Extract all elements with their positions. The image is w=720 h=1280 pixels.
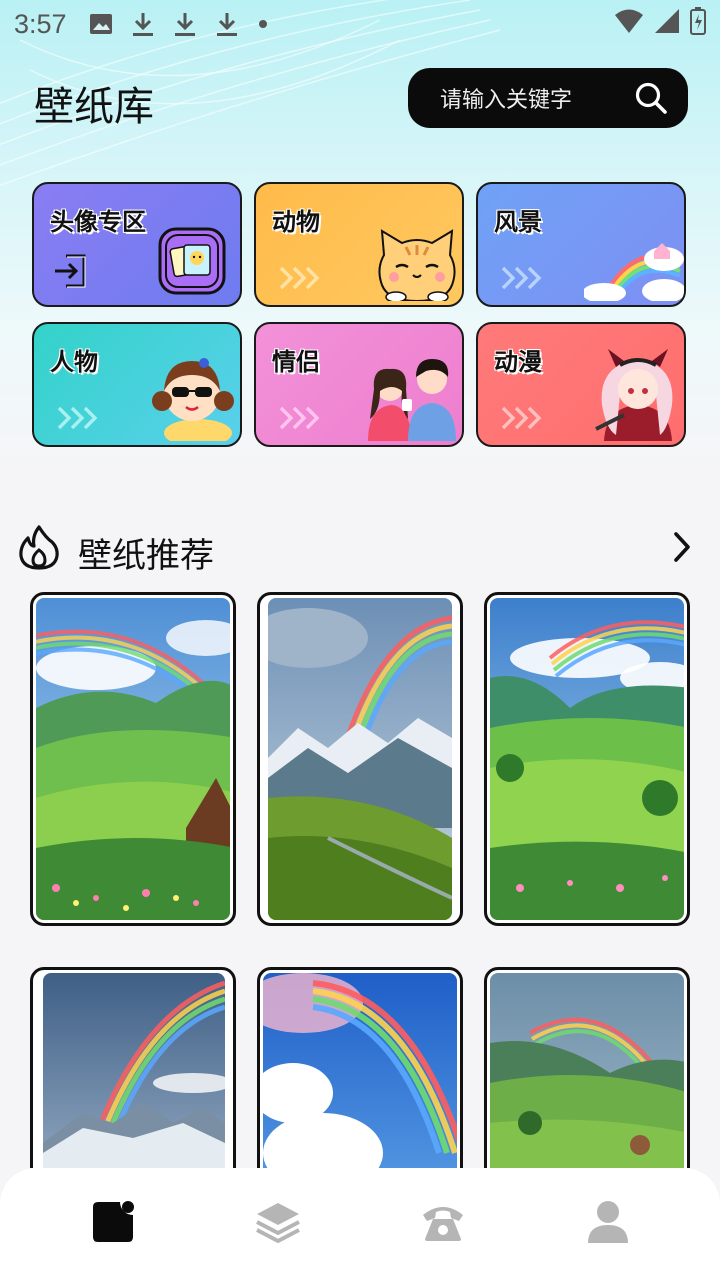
image-icon (89, 12, 113, 36)
chevrons-icon (278, 265, 322, 291)
section-title: 壁纸推荐 (78, 536, 214, 576)
couple-illustration-icon (362, 349, 458, 445)
wallpaper-image (43, 973, 225, 1168)
wallpaper-card[interactable] (484, 592, 690, 926)
cat-illustration-icon (376, 229, 458, 305)
download-icon (131, 11, 155, 37)
dot-icon (257, 18, 269, 30)
rainbow-cloud-illustration-icon (582, 231, 684, 305)
phone-icon (419, 1201, 467, 1247)
wallpaper-tab-icon (90, 1199, 136, 1249)
category-label: 头像专区 (50, 208, 146, 236)
page-title: 壁纸库 (34, 84, 154, 130)
wallpaper-image (268, 598, 452, 920)
download-icon (173, 11, 197, 37)
category-card-people[interactable]: 人物 (32, 322, 242, 447)
wallpaper-card[interactable] (484, 967, 690, 1168)
category-card-avatar[interactable]: 头像专区 (32, 182, 242, 307)
wifi-icon (614, 8, 644, 41)
chevrons-icon (500, 265, 544, 291)
category-card-animal[interactable]: 动物 (254, 182, 464, 307)
wallpaper-image (490, 598, 684, 920)
category-label: 风景 (494, 208, 542, 236)
tab-profile[interactable] (548, 1184, 668, 1264)
wallpaper-image (36, 598, 230, 920)
recommend-section-header: 壁纸推荐 (0, 522, 720, 576)
wallpaper-image (490, 973, 684, 1168)
battery-icon (690, 6, 706, 42)
wallpaper-card[interactable] (257, 967, 463, 1168)
status-time: 3:57 (14, 8, 67, 39)
wallpaper-card[interactable] (257, 592, 463, 926)
wallpaper-image (263, 973, 457, 1168)
category-label: 动物 (272, 208, 320, 236)
tab-layers[interactable] (218, 1184, 338, 1264)
chevrons-icon (56, 405, 100, 431)
login-icon (52, 252, 90, 294)
tab-phone[interactable] (383, 1184, 503, 1264)
search-icon[interactable] (634, 81, 668, 115)
layers-icon (254, 1200, 302, 1248)
status-bar: 3:57 (0, 0, 720, 48)
search-input[interactable]: 请输入关键字 (440, 82, 634, 114)
category-label: 人物 (50, 348, 98, 376)
header: 壁纸库 请输入关键字 (0, 62, 720, 132)
wallpaper-card[interactable] (30, 592, 236, 926)
chevrons-icon (278, 405, 322, 431)
download-icon (215, 11, 239, 37)
search-box[interactable]: 请输入关键字 (408, 68, 688, 128)
category-card-anime[interactable]: 动漫 (476, 322, 686, 447)
category-label: 情侣 (272, 348, 320, 376)
category-card-scenery[interactable]: 风景 (476, 182, 686, 307)
wallpaper-card[interactable] (30, 967, 236, 1168)
category-card-couple[interactable]: 情侣 (254, 322, 464, 447)
wallpaper-grid (30, 592, 690, 1168)
fire-icon (18, 524, 60, 574)
bottom-tab-bar (0, 1168, 720, 1280)
anime-girl-illustration-icon (594, 345, 680, 445)
girl-sunglasses-illustration-icon (152, 349, 236, 445)
chevrons-icon (500, 405, 544, 431)
category-label: 动漫 (494, 348, 542, 376)
profile-icon (586, 1199, 630, 1249)
chevron-right-icon[interactable] (668, 530, 696, 568)
tab-wallpaper[interactable] (53, 1184, 173, 1264)
photo-cards-icon (158, 227, 226, 299)
signal-icon (654, 8, 680, 41)
category-grid: 头像专区 动物 风景 人物 情侣 动漫 (32, 182, 688, 448)
